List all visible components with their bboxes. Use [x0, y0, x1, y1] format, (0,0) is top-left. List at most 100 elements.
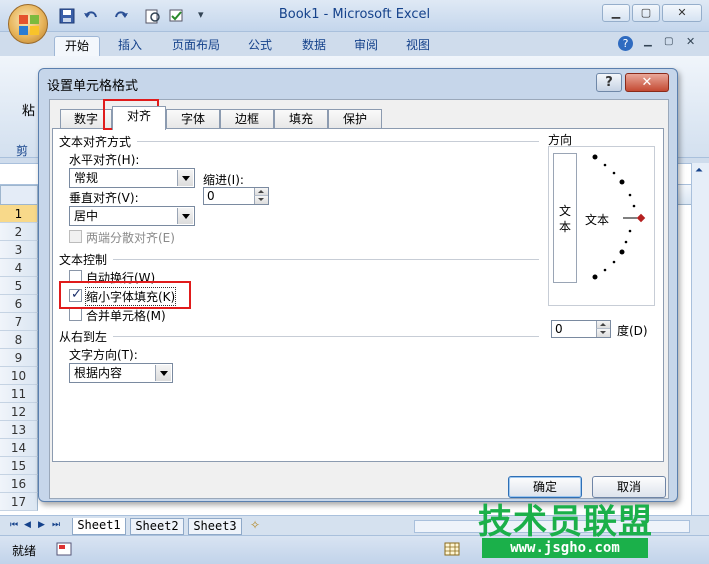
tab-alignment[interactable]: 对齐	[112, 106, 166, 130]
row-header[interactable]: 8	[0, 331, 38, 349]
ribbon-restore-icon[interactable]: ▢	[664, 36, 673, 47]
sheet-tab-3[interactable]: Sheet3	[188, 518, 242, 535]
indent-spinner[interactable]: 0	[203, 187, 269, 205]
select-all-corner[interactable]	[0, 185, 38, 205]
row-header[interactable]: 3	[0, 241, 38, 259]
scroll-up-icon[interactable]: ⏶	[695, 165, 703, 176]
ribbon-tab-formulas[interactable]: 公式	[240, 36, 280, 56]
horizontal-align-value: 常规	[74, 171, 99, 185]
text-direction-select[interactable]: 根据内容	[69, 363, 173, 383]
watermark-url: www.jsgho.com	[482, 538, 648, 558]
prev-sheet-icon[interactable]: ◀	[24, 520, 31, 530]
degrees-spinner[interactable]: 0	[551, 320, 611, 338]
sheet-tab-2[interactable]: Sheet2	[130, 518, 184, 535]
chevron-down-icon[interactable]	[177, 170, 193, 186]
ribbon-minimize-icon[interactable]: ▁	[644, 36, 652, 47]
row-header[interactable]: 14	[0, 439, 38, 457]
insert-sheet-icon[interactable]: ✧	[250, 518, 260, 532]
window-close-button[interactable]: ✕	[662, 4, 702, 22]
dial-text: 文本	[585, 213, 610, 227]
spin-up-icon[interactable]	[254, 188, 268, 196]
degrees-label: 度(D)	[617, 324, 648, 338]
tab-font[interactable]: 字体	[166, 109, 220, 129]
vertical-text-option[interactable]: 文 本	[553, 153, 577, 283]
ribbon-tab-data[interactable]: 数据	[294, 36, 334, 56]
distributed-checkbox[interactable]	[69, 230, 82, 243]
spin-up-icon[interactable]	[596, 321, 610, 329]
chevron-down-icon[interactable]	[177, 208, 193, 224]
degrees-value: 0	[555, 322, 563, 336]
rtl-section-title: 从右到左	[59, 330, 108, 344]
watermark-logo-text: 技术员联盟	[478, 502, 653, 542]
check-icon[interactable]	[168, 8, 186, 24]
vertical-align-label: 垂直对齐(V):	[69, 191, 139, 205]
macro-record-icon[interactable]	[56, 542, 72, 556]
vertical-align-select[interactable]: 居中	[69, 206, 195, 226]
row-header[interactable]: 6	[0, 295, 38, 313]
undo-icon[interactable]	[82, 8, 100, 24]
vertical-scrollbar[interactable]: ⏶	[691, 163, 709, 515]
customize-quick-access-icon[interactable]: ▾	[198, 8, 216, 24]
annotation-highlight-shrink	[59, 281, 191, 309]
spin-down-icon[interactable]	[596, 329, 610, 337]
indent-value: 0	[207, 189, 215, 203]
row-header[interactable]: 5	[0, 277, 38, 295]
next-sheet-icon[interactable]: ▶	[38, 520, 45, 530]
orientation-box: 文 本 文本	[548, 146, 655, 306]
last-sheet-icon[interactable]: ⏭	[52, 520, 60, 530]
ribbon-tab-home[interactable]: 开始	[54, 36, 100, 56]
row-header[interactable]: 16	[0, 475, 38, 493]
ribbon-tabs: 开始 插入 页面布局 公式 数据 审阅 视图 ? ▁ ▢ ✕	[0, 32, 709, 56]
row-header[interactable]: 1	[0, 205, 38, 223]
ribbon-close-icon[interactable]: ✕	[686, 35, 695, 48]
vertical-text-char: 文	[559, 204, 572, 218]
row-header[interactable]: 7	[0, 313, 38, 331]
maximize-button[interactable]: ▢	[632, 4, 660, 22]
merge-cells-label: 合并单元格(M)	[86, 309, 166, 323]
office-button[interactable]	[8, 4, 48, 44]
dialog-close-button[interactable]: ✕	[625, 73, 669, 92]
ribbon-tab-insert[interactable]: 插入	[110, 36, 150, 56]
sheet-tab-1[interactable]: Sheet1	[72, 518, 126, 535]
row-header[interactable]: 11	[0, 385, 38, 403]
ribbon-tab-view[interactable]: 视图	[398, 36, 438, 56]
ribbon-tab-page-layout[interactable]: 页面布局	[166, 36, 226, 56]
status-text: 就绪	[12, 544, 37, 558]
clipboard-group-partial: 剪	[16, 144, 29, 158]
row-header[interactable]: 4	[0, 259, 38, 277]
minimize-button[interactable]: ▁	[602, 4, 630, 22]
divider	[113, 336, 539, 337]
tab-protection[interactable]: 保护	[328, 109, 382, 129]
text-direction-label: 文字方向(T):	[69, 348, 138, 362]
print-preview-icon[interactable]	[144, 8, 162, 24]
tab-fill[interactable]: 填充	[274, 109, 328, 129]
title-bar: Book1 - Microsoft Excel ▾ ▁ ▢ ✕	[0, 0, 709, 32]
row-header[interactable]: 12	[0, 403, 38, 421]
row-header[interactable]: 17	[0, 493, 38, 511]
merge-cells-checkbox[interactable]	[69, 308, 82, 321]
chevron-down-icon[interactable]	[155, 365, 171, 381]
normal-view-icon[interactable]	[444, 542, 460, 556]
redo-icon[interactable]	[112, 8, 130, 24]
divider	[113, 259, 539, 260]
first-sheet-icon[interactable]: ⏮	[10, 520, 18, 530]
tab-border[interactable]: 边框	[220, 109, 274, 129]
dialog-help-button[interactable]: ?	[596, 73, 622, 92]
row-header[interactable]: 9	[0, 349, 38, 367]
distributed-label: 两端分散对齐(E)	[86, 231, 175, 245]
row-header[interactable]: 2	[0, 223, 38, 241]
text-alignment-section-title: 文本对齐方式	[59, 135, 132, 149]
row-header[interactable]: 15	[0, 457, 38, 475]
spin-down-icon[interactable]	[254, 196, 268, 204]
horizontal-align-label: 水平对齐(H):	[69, 153, 140, 167]
row-header[interactable]: 10	[0, 367, 38, 385]
save-icon[interactable]	[58, 8, 76, 24]
ribbon-tab-review[interactable]: 审阅	[346, 36, 386, 56]
dialog-title: 设置单元格格式	[47, 79, 139, 94]
office-logo-icon	[19, 15, 39, 35]
horizontal-align-select[interactable]: 常规	[69, 168, 195, 188]
vertical-text-char: 本	[559, 220, 572, 234]
indent-label: 缩进(I):	[203, 173, 244, 187]
row-header[interactable]: 13	[0, 421, 38, 439]
help-icon[interactable]: ?	[618, 36, 633, 51]
